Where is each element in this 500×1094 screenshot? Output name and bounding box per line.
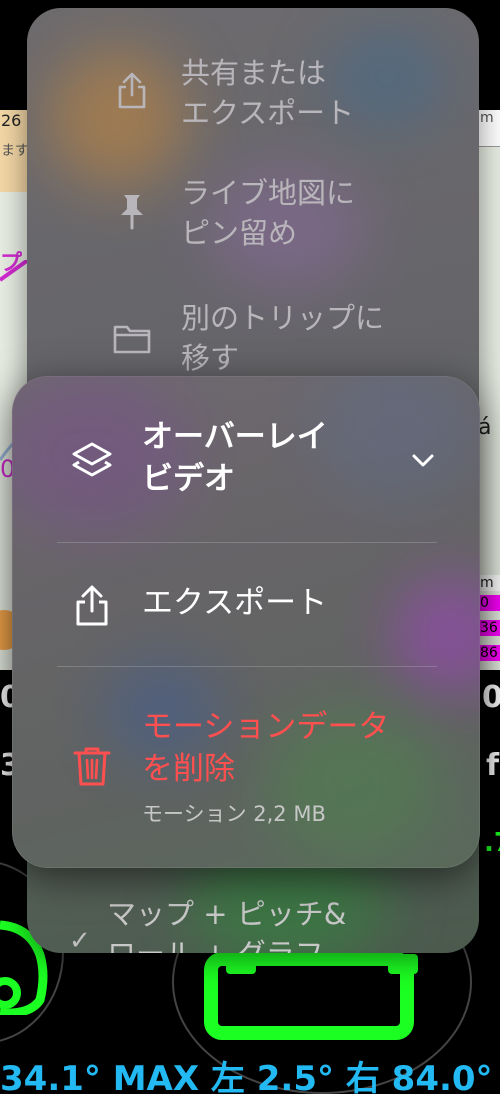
layers-icon bbox=[72, 442, 112, 477]
right-map-panel: m á m 0 36 86 bbox=[478, 110, 500, 670]
vehicle-rear-icon bbox=[198, 940, 434, 1050]
share-icon bbox=[118, 72, 146, 109]
right-green-readout: .7 bbox=[484, 828, 500, 858]
submenu-item-label: エクスポート bbox=[142, 585, 328, 621]
menu-item-move-trip[interactable]: 別のトリップに 移す bbox=[27, 298, 479, 388]
overlay-video-submenu: オーバーレイ ビデオ エクスポート モーションデータ を削除 モーション 2,2… bbox=[12, 376, 480, 868]
menu-item-pin-live-map[interactable]: ライブ地図に ピン留め bbox=[27, 173, 479, 263]
submenu-header-overlay-video[interactable]: オーバーレイ ビデオ bbox=[12, 416, 480, 546]
submenu-item-delete-motion[interactable]: モーションデータ を削除 モーション 2,2 MB bbox=[12, 706, 480, 836]
checkmark-icon: ✓ bbox=[69, 926, 91, 953]
right-map-cell: 0 bbox=[480, 595, 500, 611]
folder-icon bbox=[113, 325, 151, 354]
divider bbox=[57, 542, 437, 543]
angle-readout: 34.1° MAX 左 2.5° 右 84.0° bbox=[0, 1059, 493, 1094]
menu-item-label: 共有または エクスポート bbox=[181, 56, 355, 130]
right-map-letter: á bbox=[478, 415, 492, 440]
submenu-item-label: モーションデータ を削除 bbox=[142, 709, 390, 787]
right-time-readout: 0 bbox=[482, 680, 500, 715]
submenu-item-subtitle: モーション 2,2 MB bbox=[142, 802, 326, 826]
chevron-down-icon[interactable] bbox=[410, 448, 436, 474]
share-icon bbox=[76, 585, 108, 626]
pin-icon bbox=[121, 195, 143, 230]
menu-item-label: マップ + ピッチ& ロール + グラフ bbox=[107, 897, 347, 953]
menu-item-share-export[interactable]: 共有または エクスポート bbox=[27, 53, 479, 143]
menu-item-label: 別のトリップに 移す bbox=[181, 301, 385, 375]
right-map-cell: 86 bbox=[480, 645, 500, 661]
submenu-header-label: オーバーレイ ビデオ bbox=[142, 419, 328, 497]
menu-item-label: ライブ地図に ピン留め bbox=[181, 176, 356, 250]
submenu-item-export[interactable]: エクスポート bbox=[12, 566, 480, 646]
right-map-cell: 36 bbox=[480, 620, 500, 636]
right-value-readout: f bbox=[486, 748, 500, 783]
divider bbox=[57, 666, 437, 667]
trash-icon bbox=[73, 747, 111, 786]
left-map-tag-sub: ます bbox=[0, 140, 29, 192]
right-map-cell: m bbox=[480, 575, 500, 591]
right-map-tag: m bbox=[478, 110, 500, 147]
